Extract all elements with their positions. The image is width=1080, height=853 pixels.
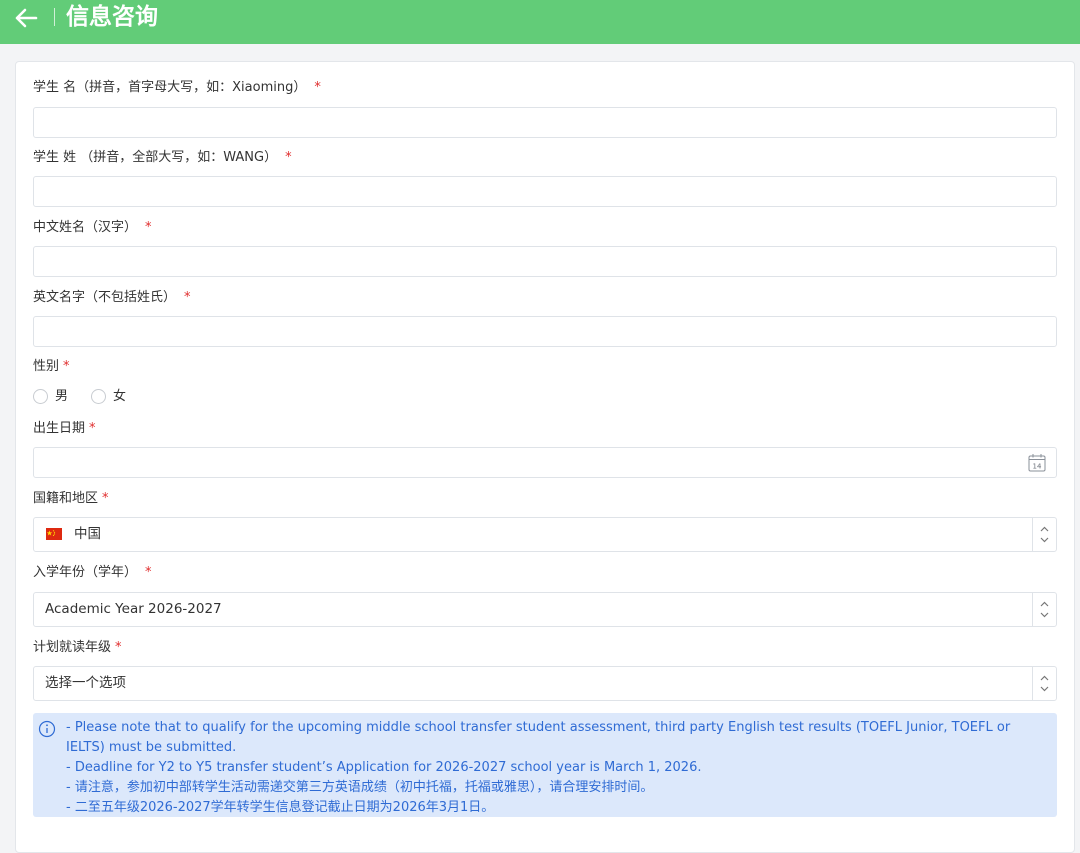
grade-label: 计划就读年级 * [33, 640, 122, 655]
entry-year-select-arrows[interactable] [1032, 593, 1056, 626]
chevron-up-down-icon [1040, 526, 1049, 543]
required-mark: * [102, 491, 109, 506]
nationality-select-arrows[interactable] [1032, 518, 1056, 551]
last-name-input[interactable] [33, 176, 1057, 207]
required-mark: * [145, 565, 152, 580]
required-mark: * [184, 290, 191, 305]
china-flag-icon [46, 528, 62, 540]
grade-select-arrows[interactable] [1032, 667, 1056, 700]
notice-line: - 二至五年级2026-2027学年转学生信息登记截止日期为2026年3月1日。 [66, 800, 495, 815]
calendar-icon[interactable]: 14 [1028, 453, 1046, 472]
required-mark: * [314, 80, 321, 95]
grade-select[interactable]: 选择一个选项 [33, 666, 1057, 701]
english-name-label: 英文名字（不包括姓氏） * [33, 290, 191, 305]
chevron-up-down-icon [1040, 601, 1049, 618]
notice-text: - Please note that to qualify for the up… [66, 718, 1051, 818]
last-name-label: 学生 姓 （拼音，全部大写，如：WANG） * [33, 150, 292, 165]
info-notice: - Please note that to qualify for the up… [33, 713, 1057, 817]
required-mark: * [63, 359, 70, 374]
header-divider [54, 8, 55, 26]
notice-line: - Please note that to qualify for the up… [66, 720, 1011, 755]
page-title: 信息咨询 [66, 4, 158, 30]
chevron-up-down-icon [1040, 675, 1049, 692]
first-name-label: 学生 名（拼音，首字母大写，如：Xiaoming） * [33, 80, 321, 95]
english-name-input[interactable] [33, 316, 1057, 347]
birth-date-label: 出生日期 * [33, 421, 96, 436]
nationality-label: 国籍和地区 * [33, 491, 109, 506]
birth-date-input[interactable]: 14 [33, 447, 1057, 478]
info-icon [38, 720, 56, 738]
gender-male-label[interactable]: 男 [55, 388, 68, 406]
gender-label: 性别 * [33, 359, 70, 374]
calendar-day: 14 [1033, 463, 1042, 471]
entry-year-select[interactable]: Academic Year 2026-2027 [33, 592, 1057, 627]
entry-year-value: Academic Year 2026-2027 [45, 601, 222, 617]
required-mark: * [115, 640, 122, 655]
chinese-name-label: 中文姓名（汉字） * [33, 220, 152, 235]
required-mark: * [145, 220, 152, 235]
gender-female-radio[interactable] [91, 389, 106, 404]
notice-line: - 请注意，参加初中部转学生活动需递交第三方英语成绩（初中托福，托福或雅思），请… [66, 780, 654, 795]
required-mark: * [89, 421, 96, 436]
chinese-name-input[interactable] [33, 246, 1057, 277]
entry-year-label: 入学年份（学年） * [33, 565, 152, 580]
first-name-input[interactable] [33, 107, 1057, 138]
grade-value: 选择一个选项 [45, 675, 126, 691]
required-mark: * [285, 150, 292, 165]
back-arrow-icon[interactable] [12, 6, 40, 30]
nationality-value: 中国 [74, 526, 101, 542]
nationality-select[interactable]: 中国 [33, 517, 1057, 552]
notice-line: - Deadline for Y2 to Y5 transfer student… [66, 760, 702, 775]
header-bar: 信息咨询 [0, 0, 1080, 44]
gender-male-radio[interactable] [33, 389, 48, 404]
gender-female-label[interactable]: 女 [113, 388, 126, 406]
